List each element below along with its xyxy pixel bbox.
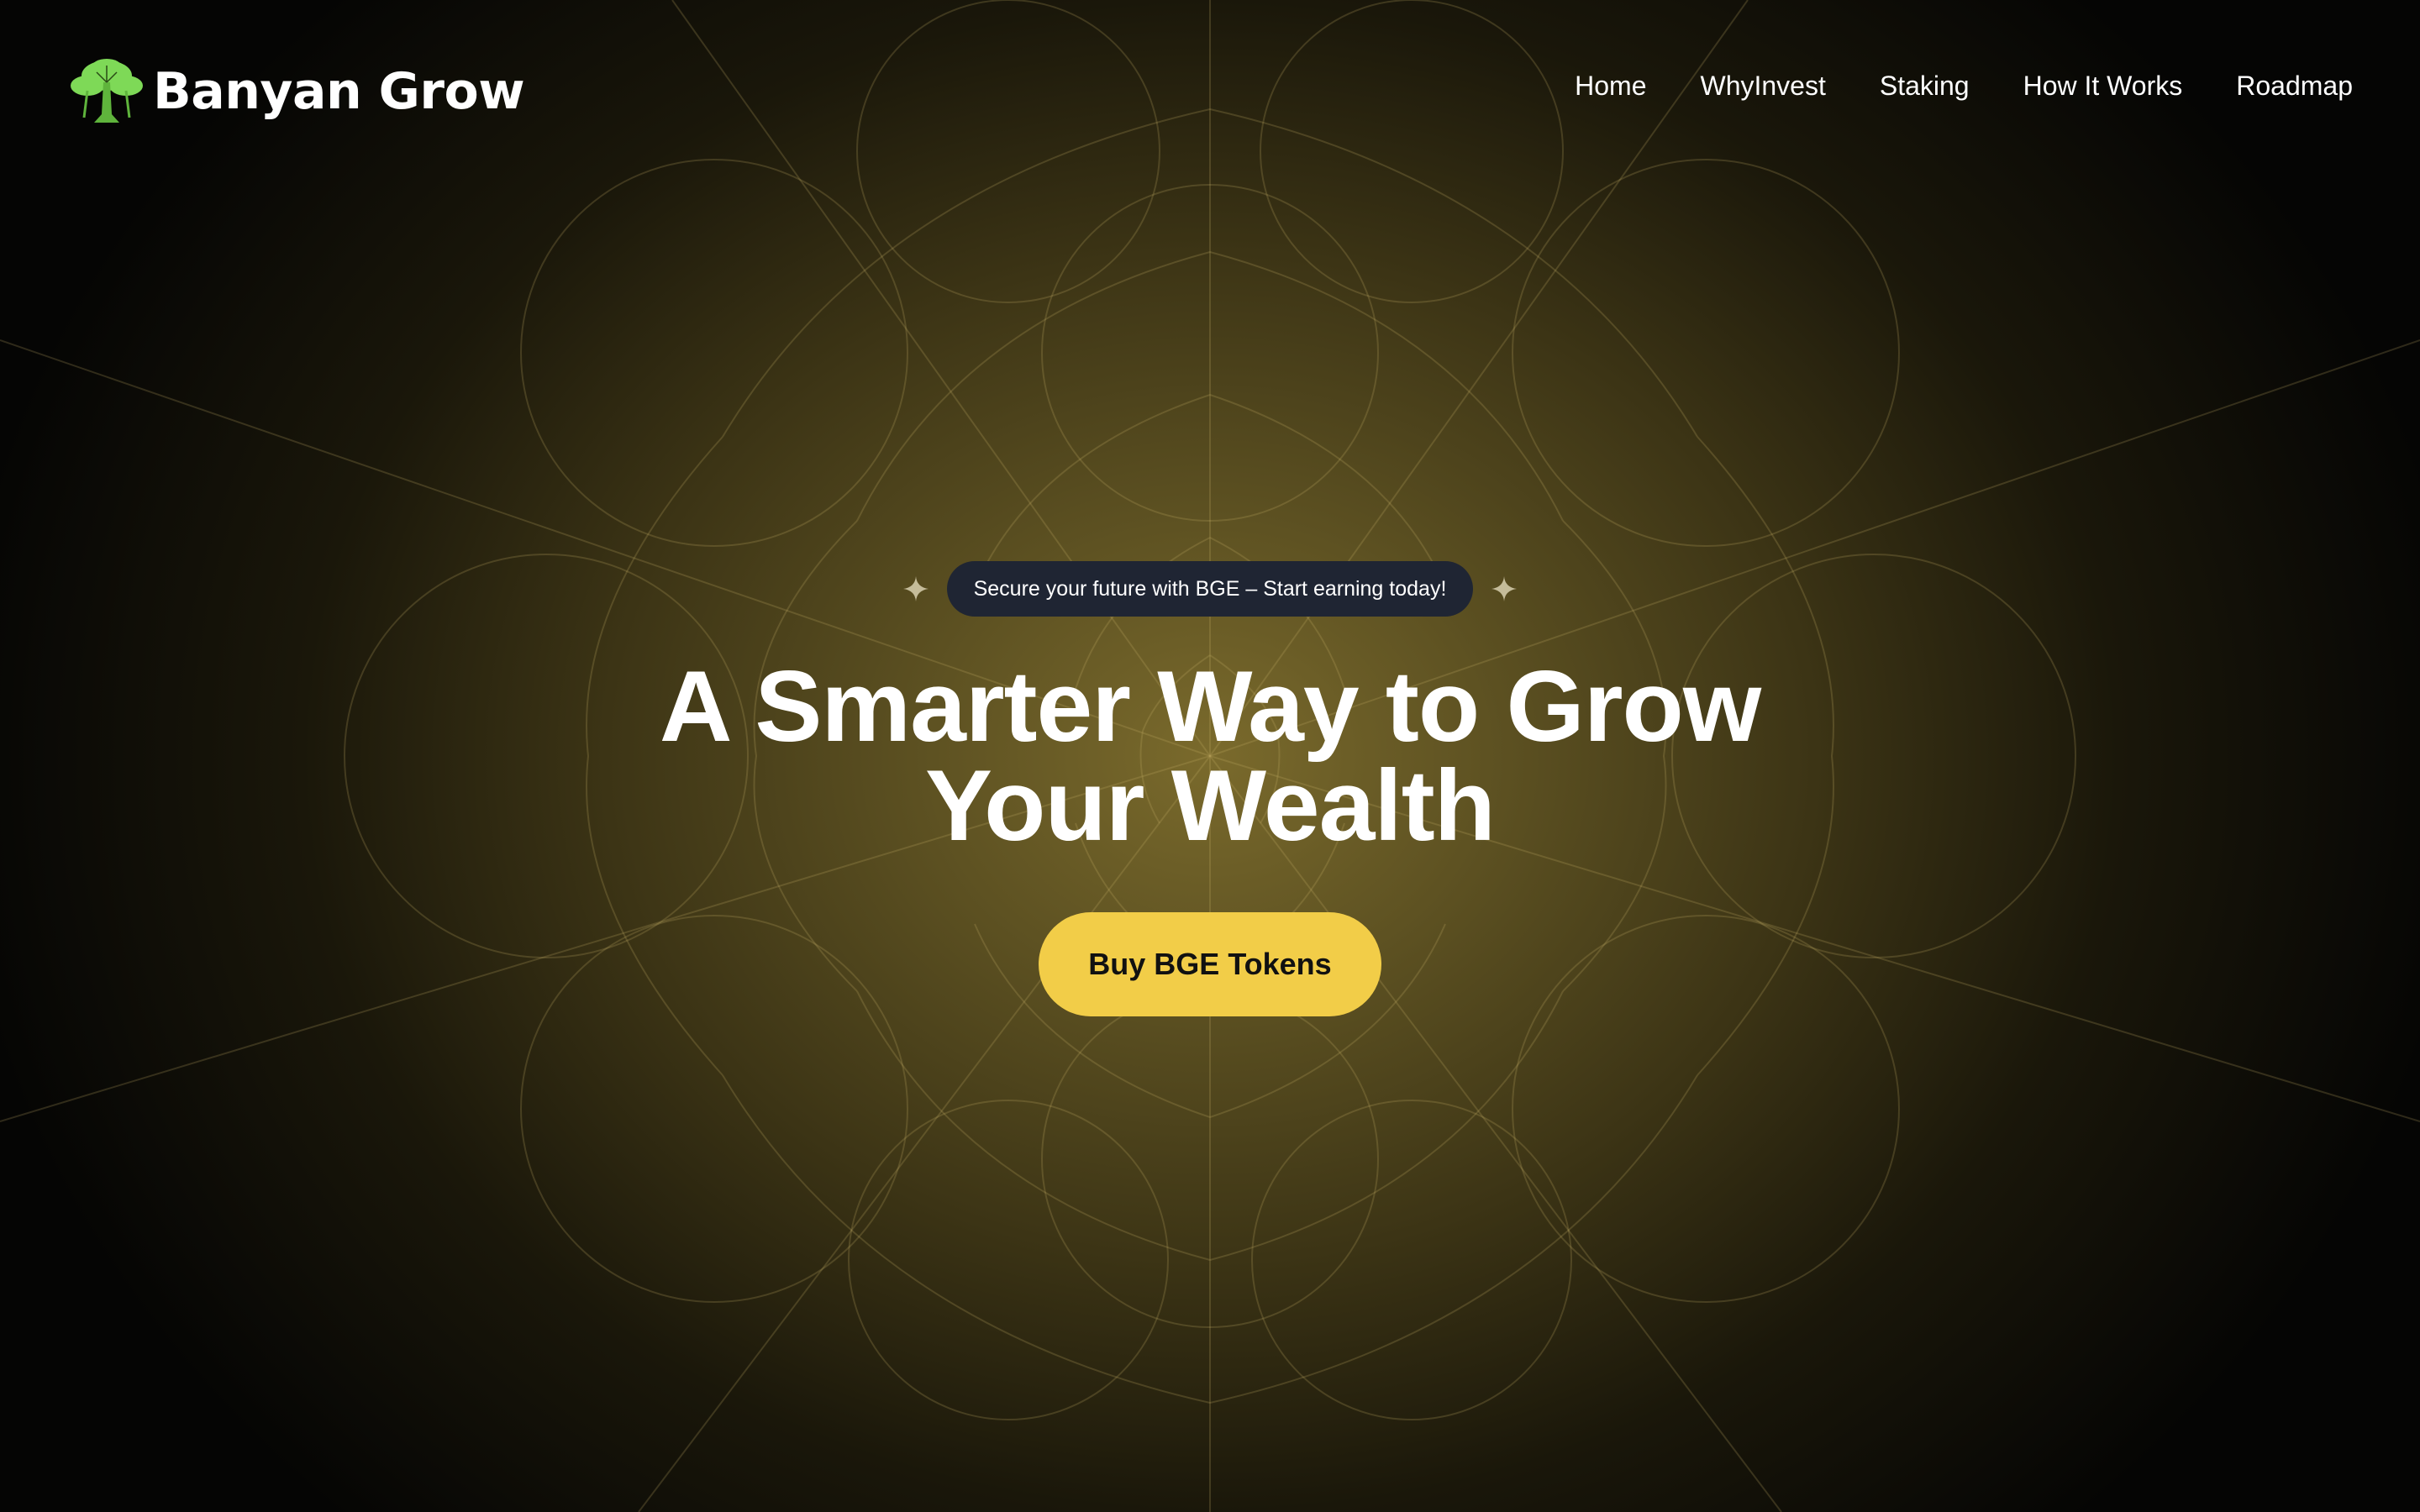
- nav-link-staking[interactable]: Staking: [1880, 71, 1970, 102]
- nav-menu: Home WhyInvest Staking How It Works Road…: [1575, 71, 2353, 102]
- sparkle-icon: [902, 576, 929, 601]
- banyan-tree-icon: [71, 59, 143, 123]
- nav-link-home[interactable]: Home: [1575, 71, 1646, 102]
- nav-link-how-it-works[interactable]: How It Works: [2023, 71, 2183, 102]
- headline-line-1: A Smarter Way to Grow: [659, 650, 1761, 763]
- navbar: Banyan Grow Home WhyInvest Staking How I…: [0, 0, 2420, 185]
- headline-line-2: Your Wealth: [925, 749, 1496, 862]
- announcement-badge: Secure your future with BGE – Start earn…: [946, 561, 1474, 617]
- hero-section: Banyan Grow Home WhyInvest Staking How I…: [0, 0, 2420, 1512]
- nav-link-why-invest[interactable]: WhyInvest: [1700, 71, 1825, 102]
- nav-link-roadmap[interactable]: Roadmap: [2236, 71, 2353, 102]
- announcement-row: Secure your future with BGE – Start earn…: [0, 561, 2420, 617]
- buy-tokens-button[interactable]: Buy BGE Tokens: [1039, 912, 1381, 1016]
- hero-headline: A Smarter Way to Grow Your Wealth: [0, 650, 2420, 862]
- brand-logo[interactable]: Banyan Grow: [67, 54, 525, 129]
- sparkle-icon: [1491, 576, 1518, 601]
- brand-name: Banyan Grow: [153, 62, 525, 121]
